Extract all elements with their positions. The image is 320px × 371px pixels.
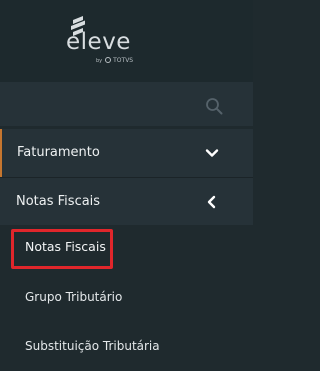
logo-by-text: by <box>96 58 103 64</box>
sidebar: eleve by TOTVS Faturamento Notas Fiscais … <box>0 0 253 371</box>
submenu: Notas Fiscais Grupo Tributário Substitui… <box>0 225 253 371</box>
search-icon[interactable] <box>205 97 223 115</box>
submenu-item-substituicao-tributaria[interactable]: Substituição Tributária <box>0 325 253 369</box>
chevron-left-icon <box>207 195 216 209</box>
menu-item-faturamento[interactable]: Faturamento <box>0 129 253 177</box>
submenu-item-label: Substituição Tributária <box>25 339 160 353</box>
menu-item-notas-fiscais[interactable]: Notas Fiscais <box>0 177 253 225</box>
submenu-item-notas-fiscais[interactable]: Notas Fiscais <box>0 225 253 269</box>
totvs-logo-icon <box>105 57 112 63</box>
search-bar <box>0 82 253 126</box>
menu-item-label: Notas Fiscais <box>16 194 101 209</box>
submenu-item-label: Grupo Tributário <box>25 290 123 304</box>
submenu-item-grupo-tributario[interactable]: Grupo Tributário <box>0 277 253 321</box>
menu-item-label: Faturamento <box>17 145 100 160</box>
logo-totvs-text: TOTVS <box>113 57 134 64</box>
submenu-item-label: Notas Fiscais <box>25 239 106 254</box>
logo-area: eleve by TOTVS <box>0 0 253 82</box>
logo-byline: by TOTVS <box>96 57 133 65</box>
logo-wordmark: eleve <box>66 29 131 55</box>
chevron-down-icon <box>205 149 219 157</box>
